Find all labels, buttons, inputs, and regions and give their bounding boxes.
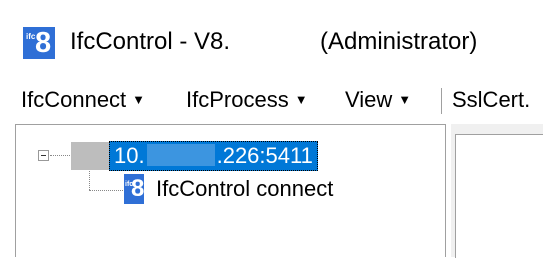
chevron-down-icon: ▼: [398, 92, 412, 107]
menu-view[interactable]: View ▼: [345, 85, 411, 115]
ifc8-app-icon: ifc 8: [23, 27, 55, 59]
server-icon: [71, 142, 109, 170]
window-title-suffix: (Administrator): [320, 28, 478, 55]
redaction-mask: [146, 144, 215, 166]
tree-connector: [89, 171, 90, 190]
chevron-down-icon: ▼: [132, 92, 146, 107]
menu-bar: IfcConnect ▼ IfcProcess ▼ View ▼ SslCert.: [0, 78, 543, 124]
tree-connector: [50, 155, 70, 156]
collapse-icon[interactable]: [38, 150, 49, 161]
menu-sslcert[interactable]: SslCert.: [452, 85, 530, 115]
tree-node-server[interactable]: 10. .226:5411: [109, 141, 318, 171]
tree-node-ifccontrol-connect[interactable]: IfcControl connect: [156, 174, 333, 204]
connection-tree[interactable]: 10. .226:5411 ifc 8 IfcControl connect: [15, 124, 446, 257]
menu-separator: [441, 88, 442, 114]
details-content: [455, 134, 543, 258]
chevron-down-icon: ▼: [294, 92, 308, 107]
details-panel: [451, 124, 543, 258]
menu-ifcprocess[interactable]: IfcProcess ▼: [186, 85, 308, 115]
menu-ifcconnect[interactable]: IfcConnect ▼: [21, 85, 145, 115]
title-bar[interactable]: ifc 8 IfcControl - V8. (Administrator): [0, 0, 543, 76]
tree-connector: [89, 190, 123, 191]
ifc8-app-icon: ifc 8: [124, 174, 145, 204]
window-title: IfcControl - V8.: [70, 28, 231, 55]
